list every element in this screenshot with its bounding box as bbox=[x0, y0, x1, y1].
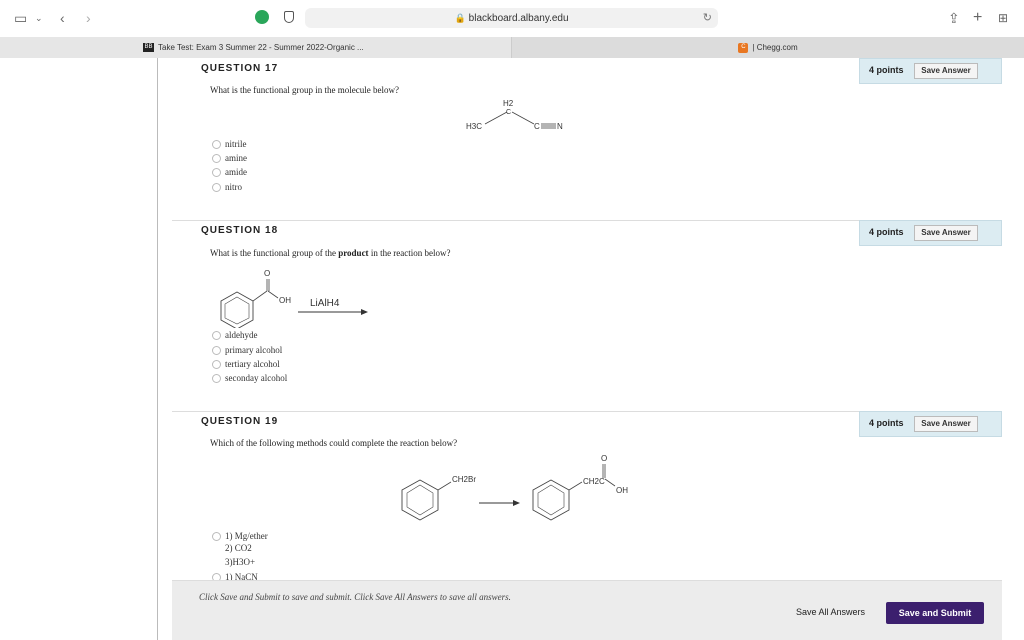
oxygen-label: O bbox=[264, 269, 270, 278]
question-prompt: What is the functional group in the mole… bbox=[210, 85, 399, 95]
answer-option[interactable]: nitro bbox=[212, 181, 242, 193]
answer-option-line: 3)H3O+ bbox=[225, 557, 256, 567]
h2-label: H2 bbox=[503, 99, 514, 108]
points-panel: 4 points Save Answer bbox=[859, 411, 1002, 437]
points-panel: 4 points Save Answer bbox=[859, 220, 1002, 246]
blackboard-favicon-icon: BB bbox=[143, 43, 154, 53]
browser-toolbar: ▭ ⌄ ‹ › 🔒 blackboard.albany.edu ↻ ⇪ + ⊞ bbox=[0, 0, 1024, 37]
reagent-label: LiAlH4 bbox=[310, 298, 340, 309]
question-heading: QUESTION 17 bbox=[201, 63, 279, 74]
question-heading: QUESTION 19 bbox=[201, 416, 279, 427]
grammarly-icon[interactable] bbox=[255, 10, 269, 24]
hydroxyl-label: OH bbox=[279, 296, 291, 305]
points-label: 4 points bbox=[869, 227, 904, 237]
radio-button[interactable] bbox=[212, 532, 221, 542]
lock-icon: 🔒 bbox=[454, 13, 466, 23]
tab-label: Take Test: Exam 3 Summer 22 - Summer 202… bbox=[158, 43, 364, 52]
answer-option[interactable]: tertiary alcohol bbox=[212, 358, 280, 370]
forward-icon[interactable]: › bbox=[86, 9, 91, 27]
question-prompt: Which of the following methods could com… bbox=[210, 438, 458, 448]
save-answer-button[interactable]: Save Answer bbox=[914, 225, 978, 241]
tab-bar: BB Take Test: Exam 3 Summer 22 - Summer 2… bbox=[0, 37, 1024, 58]
address-bar[interactable]: 🔒 blackboard.albany.edu ↻ bbox=[305, 8, 718, 28]
answer-option[interactable]: amine bbox=[212, 152, 247, 164]
radio-button[interactable] bbox=[212, 360, 221, 370]
submit-footer: Click Save and Submit to save and submit… bbox=[172, 580, 1002, 640]
n-label: N bbox=[557, 122, 563, 131]
footer-instructions: Click Save and Submit to save and submit… bbox=[199, 592, 511, 602]
radio-button[interactable] bbox=[212, 374, 221, 384]
shield-icon[interactable] bbox=[284, 11, 294, 23]
radio-button[interactable] bbox=[212, 140, 221, 150]
sidebar-icon[interactable]: ▭ bbox=[14, 9, 27, 27]
ch2br-label: CH2Br bbox=[452, 475, 476, 484]
save-and-submit-button[interactable]: Save and Submit bbox=[886, 602, 984, 624]
reaction-diagram: CH2Br CH2C O OH bbox=[401, 454, 628, 521]
h3c-label: H3C bbox=[466, 122, 482, 131]
oxygen-label: O bbox=[601, 454, 607, 463]
radio-button[interactable] bbox=[212, 183, 221, 193]
radio-button[interactable] bbox=[212, 346, 221, 356]
answer-option[interactable]: 1) Mg/ether bbox=[212, 530, 268, 542]
url-text: blackboard.albany.edu bbox=[468, 13, 569, 24]
points-label: 4 points bbox=[869, 418, 904, 428]
question-heading: QUESTION 18 bbox=[201, 225, 279, 236]
share-icon[interactable]: ⇪ bbox=[948, 9, 960, 27]
answer-option-line: 2) CO2 bbox=[225, 543, 252, 553]
answer-option[interactable]: nitrile bbox=[212, 138, 247, 150]
page-border bbox=[157, 58, 158, 640]
save-answer-button[interactable]: Save Answer bbox=[914, 63, 978, 79]
save-answer-button[interactable]: Save Answer bbox=[914, 416, 978, 432]
radio-button[interactable] bbox=[212, 168, 221, 178]
test-content: QUESTION 17 4 points Save Answer What is… bbox=[0, 58, 1024, 640]
back-icon[interactable]: ‹ bbox=[60, 9, 65, 27]
points-label: 4 points bbox=[869, 65, 904, 75]
points-panel: 4 points Save Answer bbox=[859, 58, 1002, 84]
c-label: C bbox=[534, 122, 540, 131]
answer-option[interactable]: amide bbox=[212, 166, 247, 178]
tab-chegg[interactable]: C | Chegg.com bbox=[511, 37, 1024, 58]
answer-option[interactable]: aldehyde bbox=[212, 329, 257, 341]
answer-option[interactable]: seconday alcohol bbox=[212, 372, 287, 384]
chegg-favicon-icon: C bbox=[738, 42, 749, 53]
radio-button[interactable] bbox=[212, 331, 221, 341]
reload-icon[interactable]: ↻ bbox=[703, 8, 712, 28]
reaction-diagram: O OH LiAlH4 bbox=[220, 269, 368, 328]
molecule-nitrile-diagram: H3C H2 C C N bbox=[466, 99, 563, 131]
save-all-answers-button[interactable]: Save All Answers bbox=[796, 607, 865, 617]
tab-blackboard[interactable]: BB Take Test: Exam 3 Summer 22 - Summer 2… bbox=[0, 37, 511, 58]
answer-option[interactable]: primary alcohol bbox=[212, 344, 282, 356]
c-label: C bbox=[506, 109, 511, 116]
ch2c-label: CH2C bbox=[583, 477, 605, 486]
new-tab-icon[interactable]: + bbox=[973, 9, 982, 27]
hydroxyl-label: OH bbox=[616, 486, 628, 495]
radio-button[interactable] bbox=[212, 154, 221, 164]
tab-label: | Chegg.com bbox=[752, 43, 798, 52]
tab-overview-icon[interactable]: ⊞ bbox=[998, 9, 1008, 27]
chevron-down-icon[interactable]: ⌄ bbox=[35, 9, 43, 27]
question-prompt: What is the functional group of the prod… bbox=[210, 248, 451, 258]
